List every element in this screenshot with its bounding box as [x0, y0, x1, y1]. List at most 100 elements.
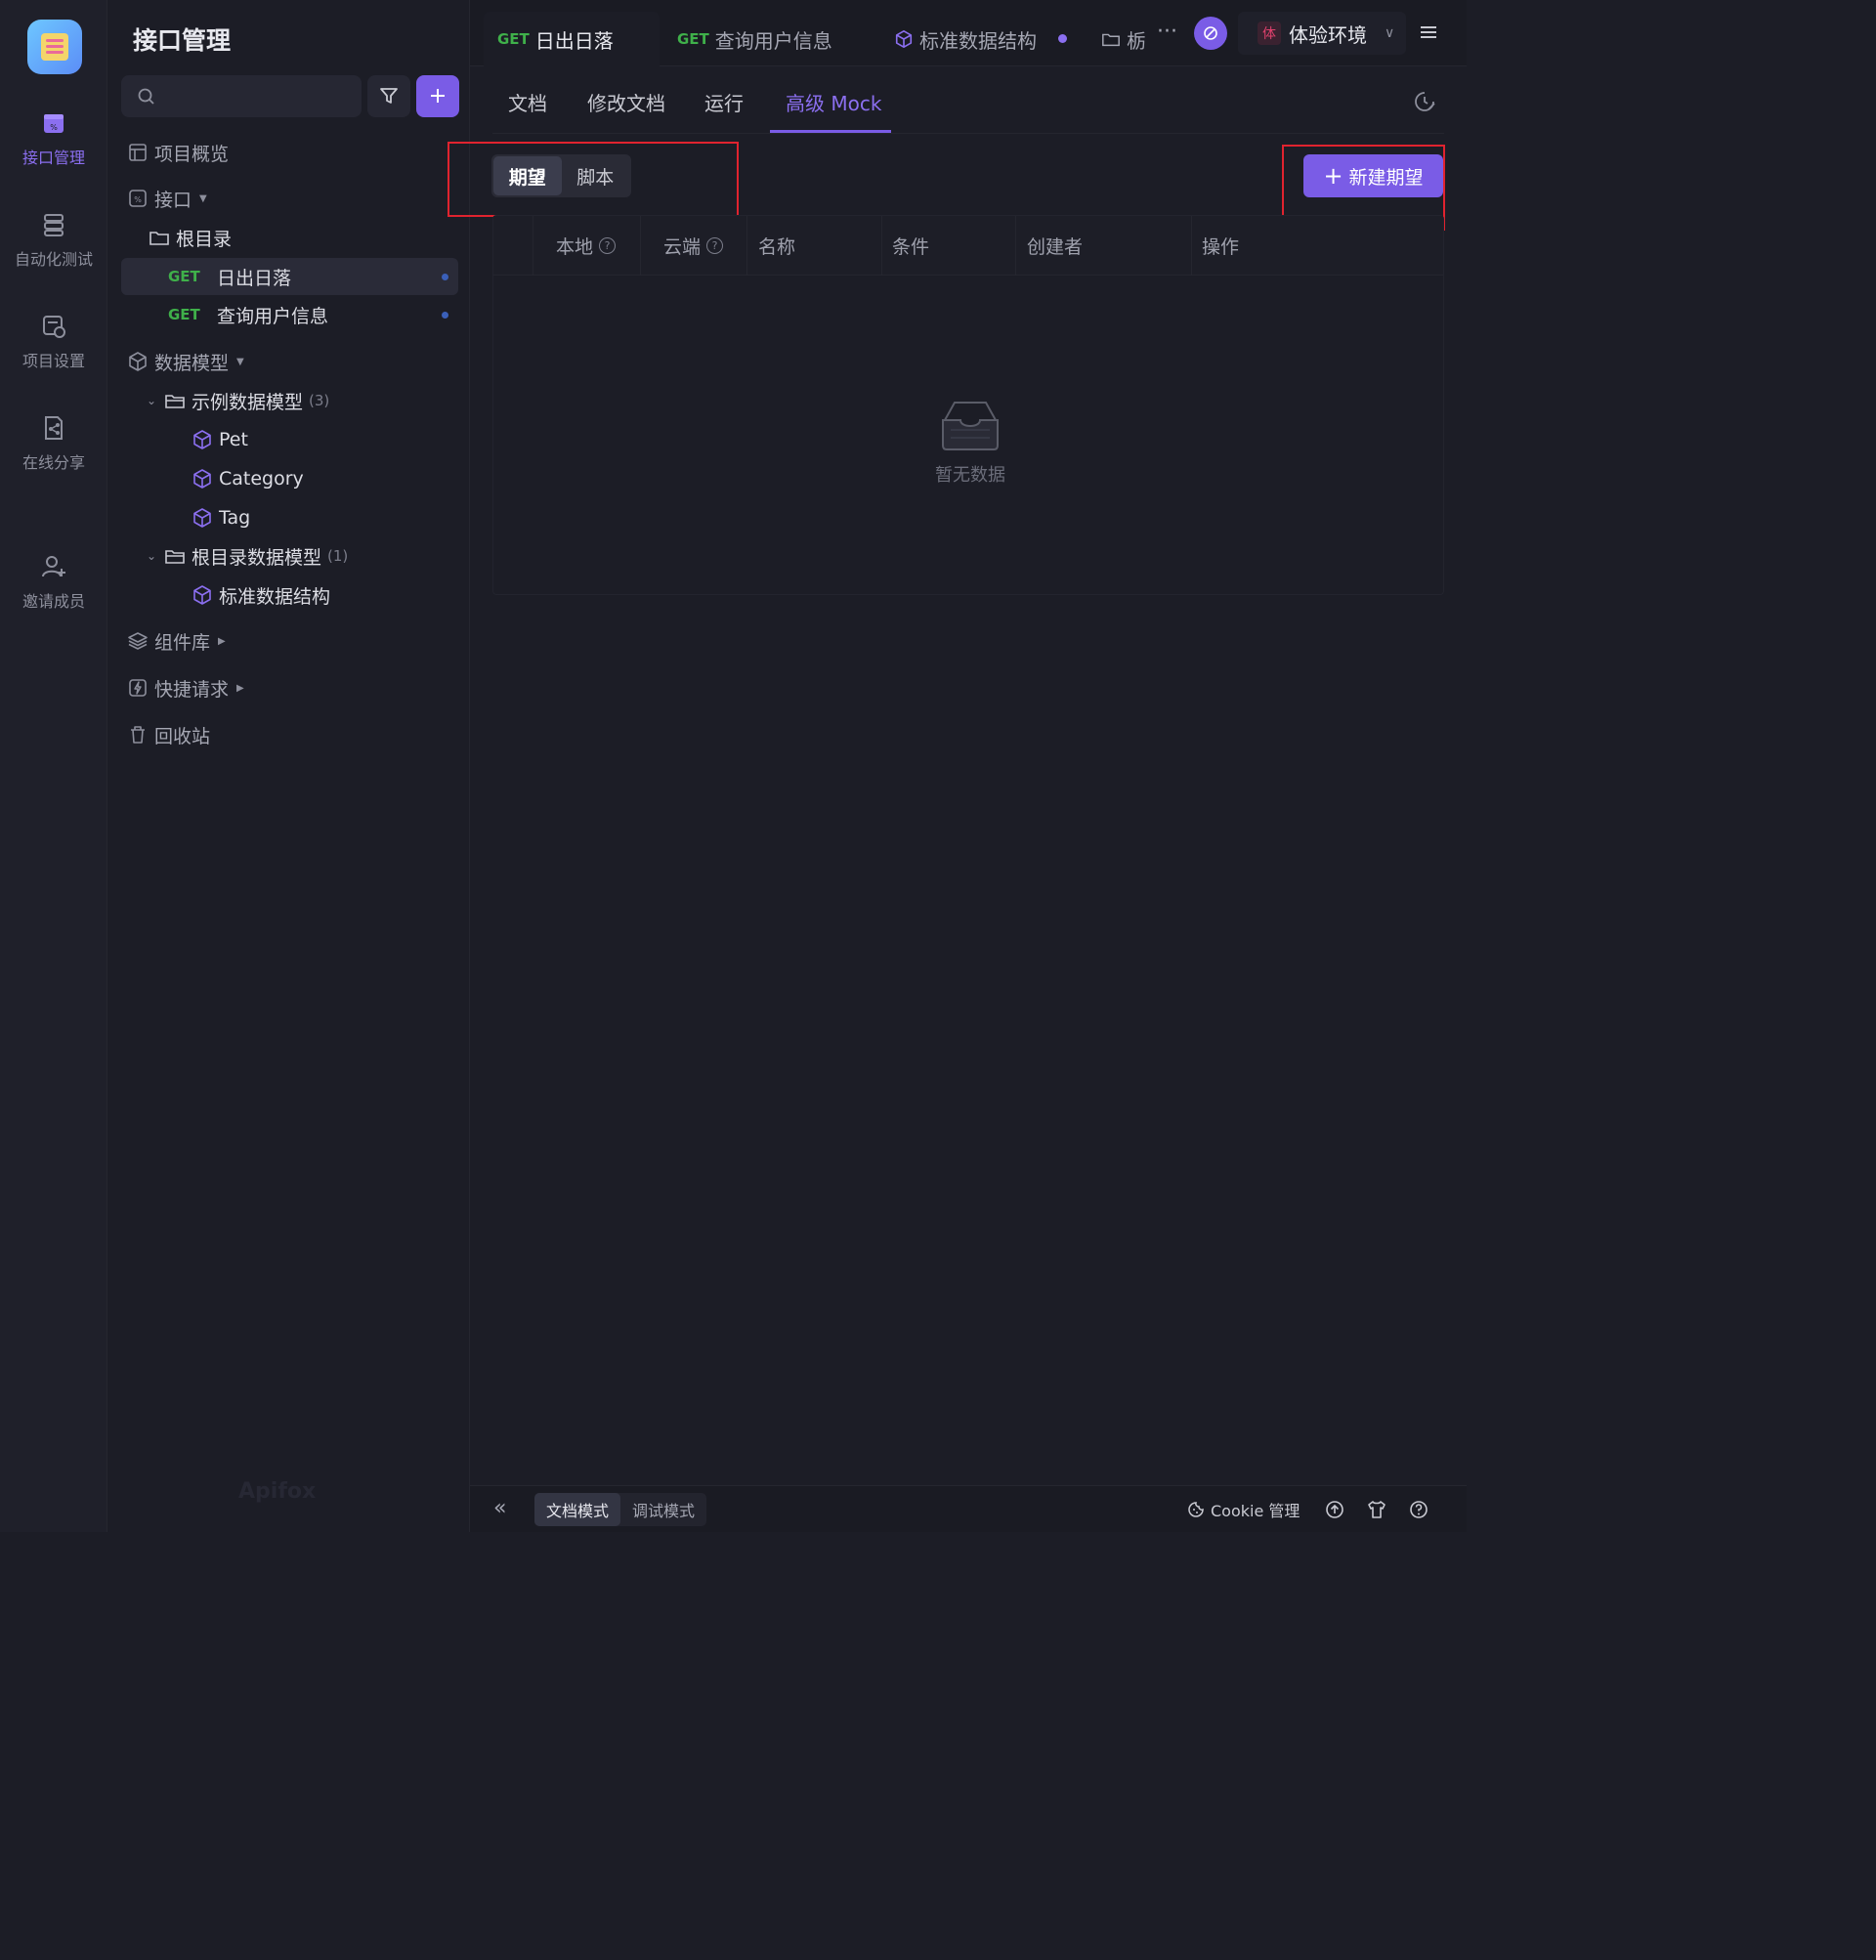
help-icon[interactable]: ? [706, 237, 724, 254]
rail-item-autotest[interactable]: 自动化测试 [0, 211, 107, 270]
tree-label: 组件库 [154, 631, 211, 654]
tree-item-endpoint[interactable]: GET 查询用户信息 [121, 296, 458, 333]
tree-item-endpoint[interactable]: GET 日出日落 [121, 258, 458, 295]
cube-icon [193, 469, 211, 489]
column-header-name: 名称 [758, 236, 796, 258]
database-icon [44, 214, 64, 236]
column-header-condition: 条件 [892, 236, 930, 258]
method-badge: GET [677, 30, 709, 48]
method-badge: GET [168, 268, 200, 285]
caret-down-icon: ▼ [236, 356, 244, 367]
svg-text:%: % [50, 123, 58, 132]
mode-doc[interactable]: 文档模式 [534, 1493, 620, 1526]
tree-item-example-folder[interactable]: ⌄ 示例数据模型 (3) [121, 382, 458, 419]
tree-item-apis[interactable]: % 接口 ▼ [121, 180, 458, 217]
upload-icon[interactable] [1324, 1499, 1345, 1520]
column-header-creator: 创建者 [1027, 236, 1084, 258]
tree-item-trash[interactable]: 回收站 [121, 716, 458, 753]
folder-icon [1102, 33, 1120, 47]
column-divider [1015, 216, 1016, 276]
history-icon[interactable] [1412, 89, 1437, 114]
api-icon: % [44, 114, 64, 133]
rail-item-invite[interactable]: 邀请成员 [0, 553, 107, 612]
caret-right-icon: ▶ [218, 635, 226, 647]
subtab-docs[interactable]: 文档 [508, 88, 547, 116]
add-button[interactable] [416, 75, 459, 117]
tab-endpoint[interactable]: GET 日出日落 [484, 12, 660, 66]
help-icon[interactable] [1408, 1499, 1429, 1520]
tree-item-model[interactable]: Tag [121, 499, 458, 536]
tab-folder[interactable]: 栃 [1087, 12, 1160, 66]
rail-item-project-settings[interactable]: 项目设置 [0, 313, 107, 371]
sync-button[interactable] [1194, 17, 1227, 50]
highlight-box [448, 142, 739, 217]
tree-item-model[interactable]: 标准数据结构 [121, 576, 458, 614]
tree-item-model[interactable]: Pet [121, 421, 458, 458]
model-name: Pet [219, 429, 248, 450]
more-tabs-button[interactable]: ··· [1157, 20, 1177, 44]
search-input[interactable] [164, 83, 350, 109]
cube-icon [895, 30, 913, 48]
model-name: Category [219, 468, 304, 490]
table-header: 本地 ? 云端 ? 名称 条件 创建者 操作 [493, 216, 1443, 276]
rail-item-share[interactable]: 在线分享 [0, 414, 107, 473]
tree-item-root-models-folder[interactable]: ⌄ 根目录数据模型 (1) [121, 537, 458, 575]
subtab-edit-docs[interactable]: 修改文档 [587, 88, 665, 116]
empty-state: 暂无数据 [931, 397, 1009, 487]
column-divider [1191, 216, 1192, 276]
watermark-logo: Apifox [238, 1479, 317, 1504]
app-logo[interactable] [27, 20, 82, 74]
divider [492, 133, 1444, 134]
status-dot [442, 274, 448, 280]
subtab-run[interactable]: 运行 [704, 88, 744, 116]
cookie-manager-button[interactable]: Cookie 管理 [1187, 1498, 1300, 1521]
column-divider [746, 216, 747, 276]
plus-icon [431, 89, 445, 103]
method-badge: GET [168, 306, 200, 323]
tree-item-components[interactable]: 组件库 ▶ [121, 622, 458, 660]
trash-icon [131, 726, 145, 744]
lightning-icon [129, 679, 147, 697]
tree-item-overview[interactable]: 项目概览 [121, 134, 458, 171]
menu-icon[interactable] [1418, 21, 1439, 43]
tree-label: 回收站 [154, 725, 211, 747]
sidebar-title: 接口管理 [133, 26, 232, 55]
subtab-advanced-mock[interactable]: 高级 Mock [786, 88, 881, 116]
tree-item-root-folder[interactable]: 根目录 [121, 219, 458, 256]
icon-rail: % 接口管理 自动化测试 项目设置 在线分享 邀请成员 [0, 0, 107, 1532]
tab-label: 栃 [1127, 28, 1146, 53]
tree-item-quick-request[interactable]: 快捷请求 ▶ [121, 669, 458, 706]
count-badge: (3) [309, 392, 330, 409]
share-doc-icon [45, 416, 63, 440]
svg-text:%: % [134, 195, 142, 204]
layers-icon [128, 632, 148, 650]
folder-open-icon [165, 395, 185, 408]
tree-label: 根目录数据模型 [192, 546, 322, 569]
search-field[interactable] [121, 75, 362, 117]
collapse-sidebar-button[interactable]: « [493, 1496, 506, 1520]
empty-box-icon [942, 402, 999, 450]
tree-item-model[interactable]: Category [121, 460, 458, 497]
shirt-icon[interactable] [1366, 1499, 1387, 1520]
rail-item-api[interactable]: % 接口管理 [0, 109, 107, 168]
chevron-down-icon: ⌄ [147, 394, 157, 407]
column-divider [640, 216, 641, 276]
api-icon: % [129, 190, 147, 207]
status-bar: « 文档模式 调试模式 Cookie 管理 [470, 1485, 1467, 1532]
count-badge: (1) [327, 547, 349, 565]
column-divider [881, 216, 882, 276]
column-header-cloud: 云端 ? [663, 216, 724, 276]
chevron-down-icon: ∨ [1385, 25, 1395, 41]
help-icon[interactable]: ? [599, 237, 617, 254]
mode-debug[interactable]: 调试模式 [620, 1493, 706, 1526]
tab-endpoint[interactable]: GET 查询用户信息 [663, 12, 846, 66]
tree-item-models[interactable]: 数据模型 ▼ [121, 343, 458, 380]
folder-icon [149, 232, 169, 245]
tab-model[interactable]: 标准数据结构 [880, 12, 1050, 66]
filter-button[interactable] [367, 75, 410, 117]
endpoint-name: 日出日落 [217, 267, 292, 289]
mode-toggle: 文档模式 调试模式 [534, 1493, 706, 1526]
column-label: 云端 [663, 236, 702, 258]
environment-select[interactable]: 体 体验环境 ∨ [1238, 12, 1406, 55]
folder-open-icon [165, 550, 185, 564]
